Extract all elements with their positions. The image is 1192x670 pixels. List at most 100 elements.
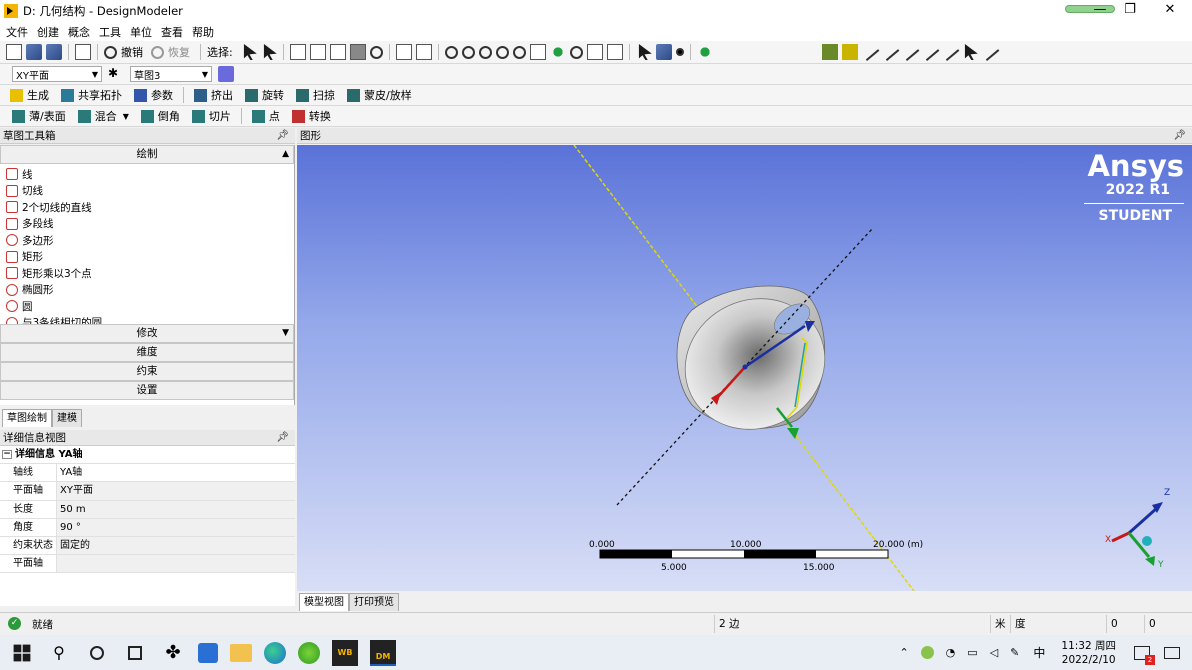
- magnifier-icon[interactable]: [569, 45, 583, 59]
- share-topology-button[interactable]: 共享拓扑: [78, 87, 122, 103]
- menu-file[interactable]: 文件: [6, 24, 28, 40]
- designmodeler-icon[interactable]: DM: [370, 639, 396, 666]
- slice-button[interactable]: 切片: [209, 108, 231, 124]
- conversion-button[interactable]: 转换: [309, 108, 331, 124]
- tray-app-icon[interactable]: [920, 646, 934, 659]
- tool-line[interactable]: 线: [0, 166, 294, 183]
- tab-print-preview[interactable]: 打印预览: [349, 593, 399, 611]
- dimension-b-icon[interactable]: [880, 43, 900, 61]
- select-body-icon[interactable]: [349, 44, 366, 60]
- menu-tools[interactable]: 工具: [99, 24, 121, 40]
- tool-polyline[interactable]: 多段线: [0, 216, 294, 233]
- windows-start-icon[interactable]: [13, 644, 31, 661]
- tool-oval[interactable]: 椭圆形: [0, 282, 294, 299]
- display-point-icon[interactable]: [675, 48, 684, 56]
- flag-icon[interactable]: [964, 44, 978, 60]
- new-icon[interactable]: [6, 44, 22, 60]
- tool-rectangle-3-points[interactable]: 矩形乘以3个点: [0, 265, 294, 282]
- tray-expand-icon[interactable]: ⌃: [899, 646, 908, 659]
- fan-app-icon[interactable]: ✤: [160, 640, 186, 666]
- tab-modeling[interactable]: 建模: [52, 409, 82, 427]
- revolve-button[interactable]: 旋转: [262, 87, 284, 103]
- pin-icon[interactable]: 📌︎: [276, 128, 289, 144]
- details-header-row[interactable]: − 详细信息 YA轴: [0, 446, 295, 465]
- chamfer-button[interactable]: 倒角: [158, 108, 180, 124]
- select-mode-icon[interactable]: [263, 44, 277, 60]
- graphics-pin-icon[interactable]: 📌︎: [1173, 128, 1186, 144]
- battery-icon[interactable]: ▭: [967, 646, 977, 659]
- display-model-icon[interactable]: [655, 44, 672, 60]
- redo-button[interactable]: 恢复: [168, 44, 190, 60]
- restore-button[interactable]: ❐: [1112, 0, 1148, 20]
- new-plane-icon[interactable]: ✱: [108, 66, 124, 82]
- cortana-icon[interactable]: [90, 645, 104, 660]
- graphics-viewport[interactable]: Ansys 2022 R1 STUDENT 0.000 10.000 20.00…: [297, 145, 1192, 591]
- draw-group-header[interactable]: 绘制 ▲: [0, 145, 294, 164]
- pen-icon[interactable]: ✎: [1010, 646, 1019, 659]
- blend-dropdown-icon[interactable]: ▼: [123, 112, 129, 121]
- scroll-down-icon[interactable]: ▼: [282, 325, 289, 342]
- triad-icon[interactable]: [638, 44, 652, 60]
- ime-indicator[interactable]: 中: [1033, 644, 1045, 661]
- details-row[interactable]: 长度 50 m: [0, 500, 295, 519]
- camera-icon[interactable]: [75, 44, 91, 60]
- extend-selection-icon[interactable]: [369, 45, 383, 59]
- extrude-button[interactable]: 挤出: [211, 87, 233, 103]
- undo-button[interactable]: 撤销: [121, 44, 143, 60]
- constraints-group-header[interactable]: 约束: [0, 362, 294, 381]
- generate-button[interactable]: 生成: [27, 87, 49, 103]
- zoom-to-fit-icon[interactable]: [549, 44, 566, 60]
- notification-icon[interactable]: 2: [1134, 645, 1155, 665]
- tool-line-by-2-tangents[interactable]: 2个切线的直线: [0, 199, 294, 216]
- file-explorer-icon[interactable]: [230, 643, 252, 662]
- store-icon[interactable]: [198, 642, 218, 663]
- scroll-up-icon[interactable]: ▲: [282, 146, 289, 163]
- menu-view[interactable]: 查看: [161, 24, 183, 40]
- tool-circle-3-tangents[interactable]: 与3条线相切的圆: [0, 315, 294, 324]
- modify-group-header[interactable]: 修改 ▼: [0, 324, 294, 343]
- clock[interactable]: 11:32 周四 2022/2/10: [1061, 639, 1116, 667]
- point-button[interactable]: 点: [269, 108, 280, 124]
- box-select-icon[interactable]: [395, 44, 412, 60]
- blend-button[interactable]: 混合: [95, 108, 117, 124]
- zoom-icon[interactable]: [478, 45, 492, 59]
- details-row[interactable]: 角度 90 °: [0, 518, 295, 537]
- pan-icon[interactable]: [461, 45, 475, 59]
- search-icon[interactable]: ⚲: [46, 640, 72, 666]
- display-plane-icon[interactable]: [696, 44, 713, 60]
- details-row[interactable]: 轴线 YA轴: [0, 464, 295, 483]
- dimension-d-icon[interactable]: [920, 43, 940, 61]
- color-box-icon[interactable]: [821, 44, 838, 60]
- details-row[interactable]: 平面轴 XY平面: [0, 482, 295, 501]
- iso-view-icon[interactable]: [586, 44, 603, 60]
- sketch-dropdown[interactable]: 草图3: [130, 66, 212, 82]
- edge-icon[interactable]: [264, 641, 286, 664]
- browser-green-icon[interactable]: [298, 641, 320, 664]
- menu-create[interactable]: 创建: [37, 24, 59, 40]
- details-row[interactable]: 平面轴: [0, 555, 295, 574]
- tool-rectangle[interactable]: 矩形: [0, 249, 294, 266]
- dimension-a-icon[interactable]: [860, 43, 880, 61]
- tool-tangent-line[interactable]: 切线: [0, 183, 294, 200]
- details-pin-icon[interactable]: 📌︎: [276, 430, 289, 446]
- menu-concept[interactable]: 概念: [68, 24, 90, 40]
- new-sketch-icon[interactable]: [218, 66, 234, 82]
- tab-model-view[interactable]: 模型视图: [299, 593, 349, 611]
- menu-units[interactable]: 单位: [130, 24, 152, 40]
- details-row[interactable]: 约束状态 固定的: [0, 536, 295, 556]
- dimensions-group-header[interactable]: 维度: [0, 343, 294, 362]
- tool-polygon[interactable]: 多边形: [0, 232, 294, 249]
- dimension-c-icon[interactable]: [900, 43, 920, 61]
- action-center-icon[interactable]: [1164, 646, 1180, 659]
- network-icon[interactable]: ◔: [946, 646, 956, 659]
- sweep-button[interactable]: 扫掠: [313, 87, 335, 103]
- settings-group-header[interactable]: 设置: [0, 381, 294, 400]
- select-cursor-icon[interactable]: [243, 44, 257, 60]
- select-edge-icon[interactable]: [309, 44, 326, 60]
- close-button[interactable]: ✕: [1152, 0, 1188, 20]
- skin-loft-button[interactable]: 蒙皮/放样: [364, 87, 412, 103]
- volume-icon[interactable]: ◁: [990, 646, 998, 659]
- save-as-icon[interactable]: [46, 44, 62, 60]
- box-select-alt-icon[interactable]: [415, 44, 432, 60]
- zoom-in-icon[interactable]: [495, 45, 509, 59]
